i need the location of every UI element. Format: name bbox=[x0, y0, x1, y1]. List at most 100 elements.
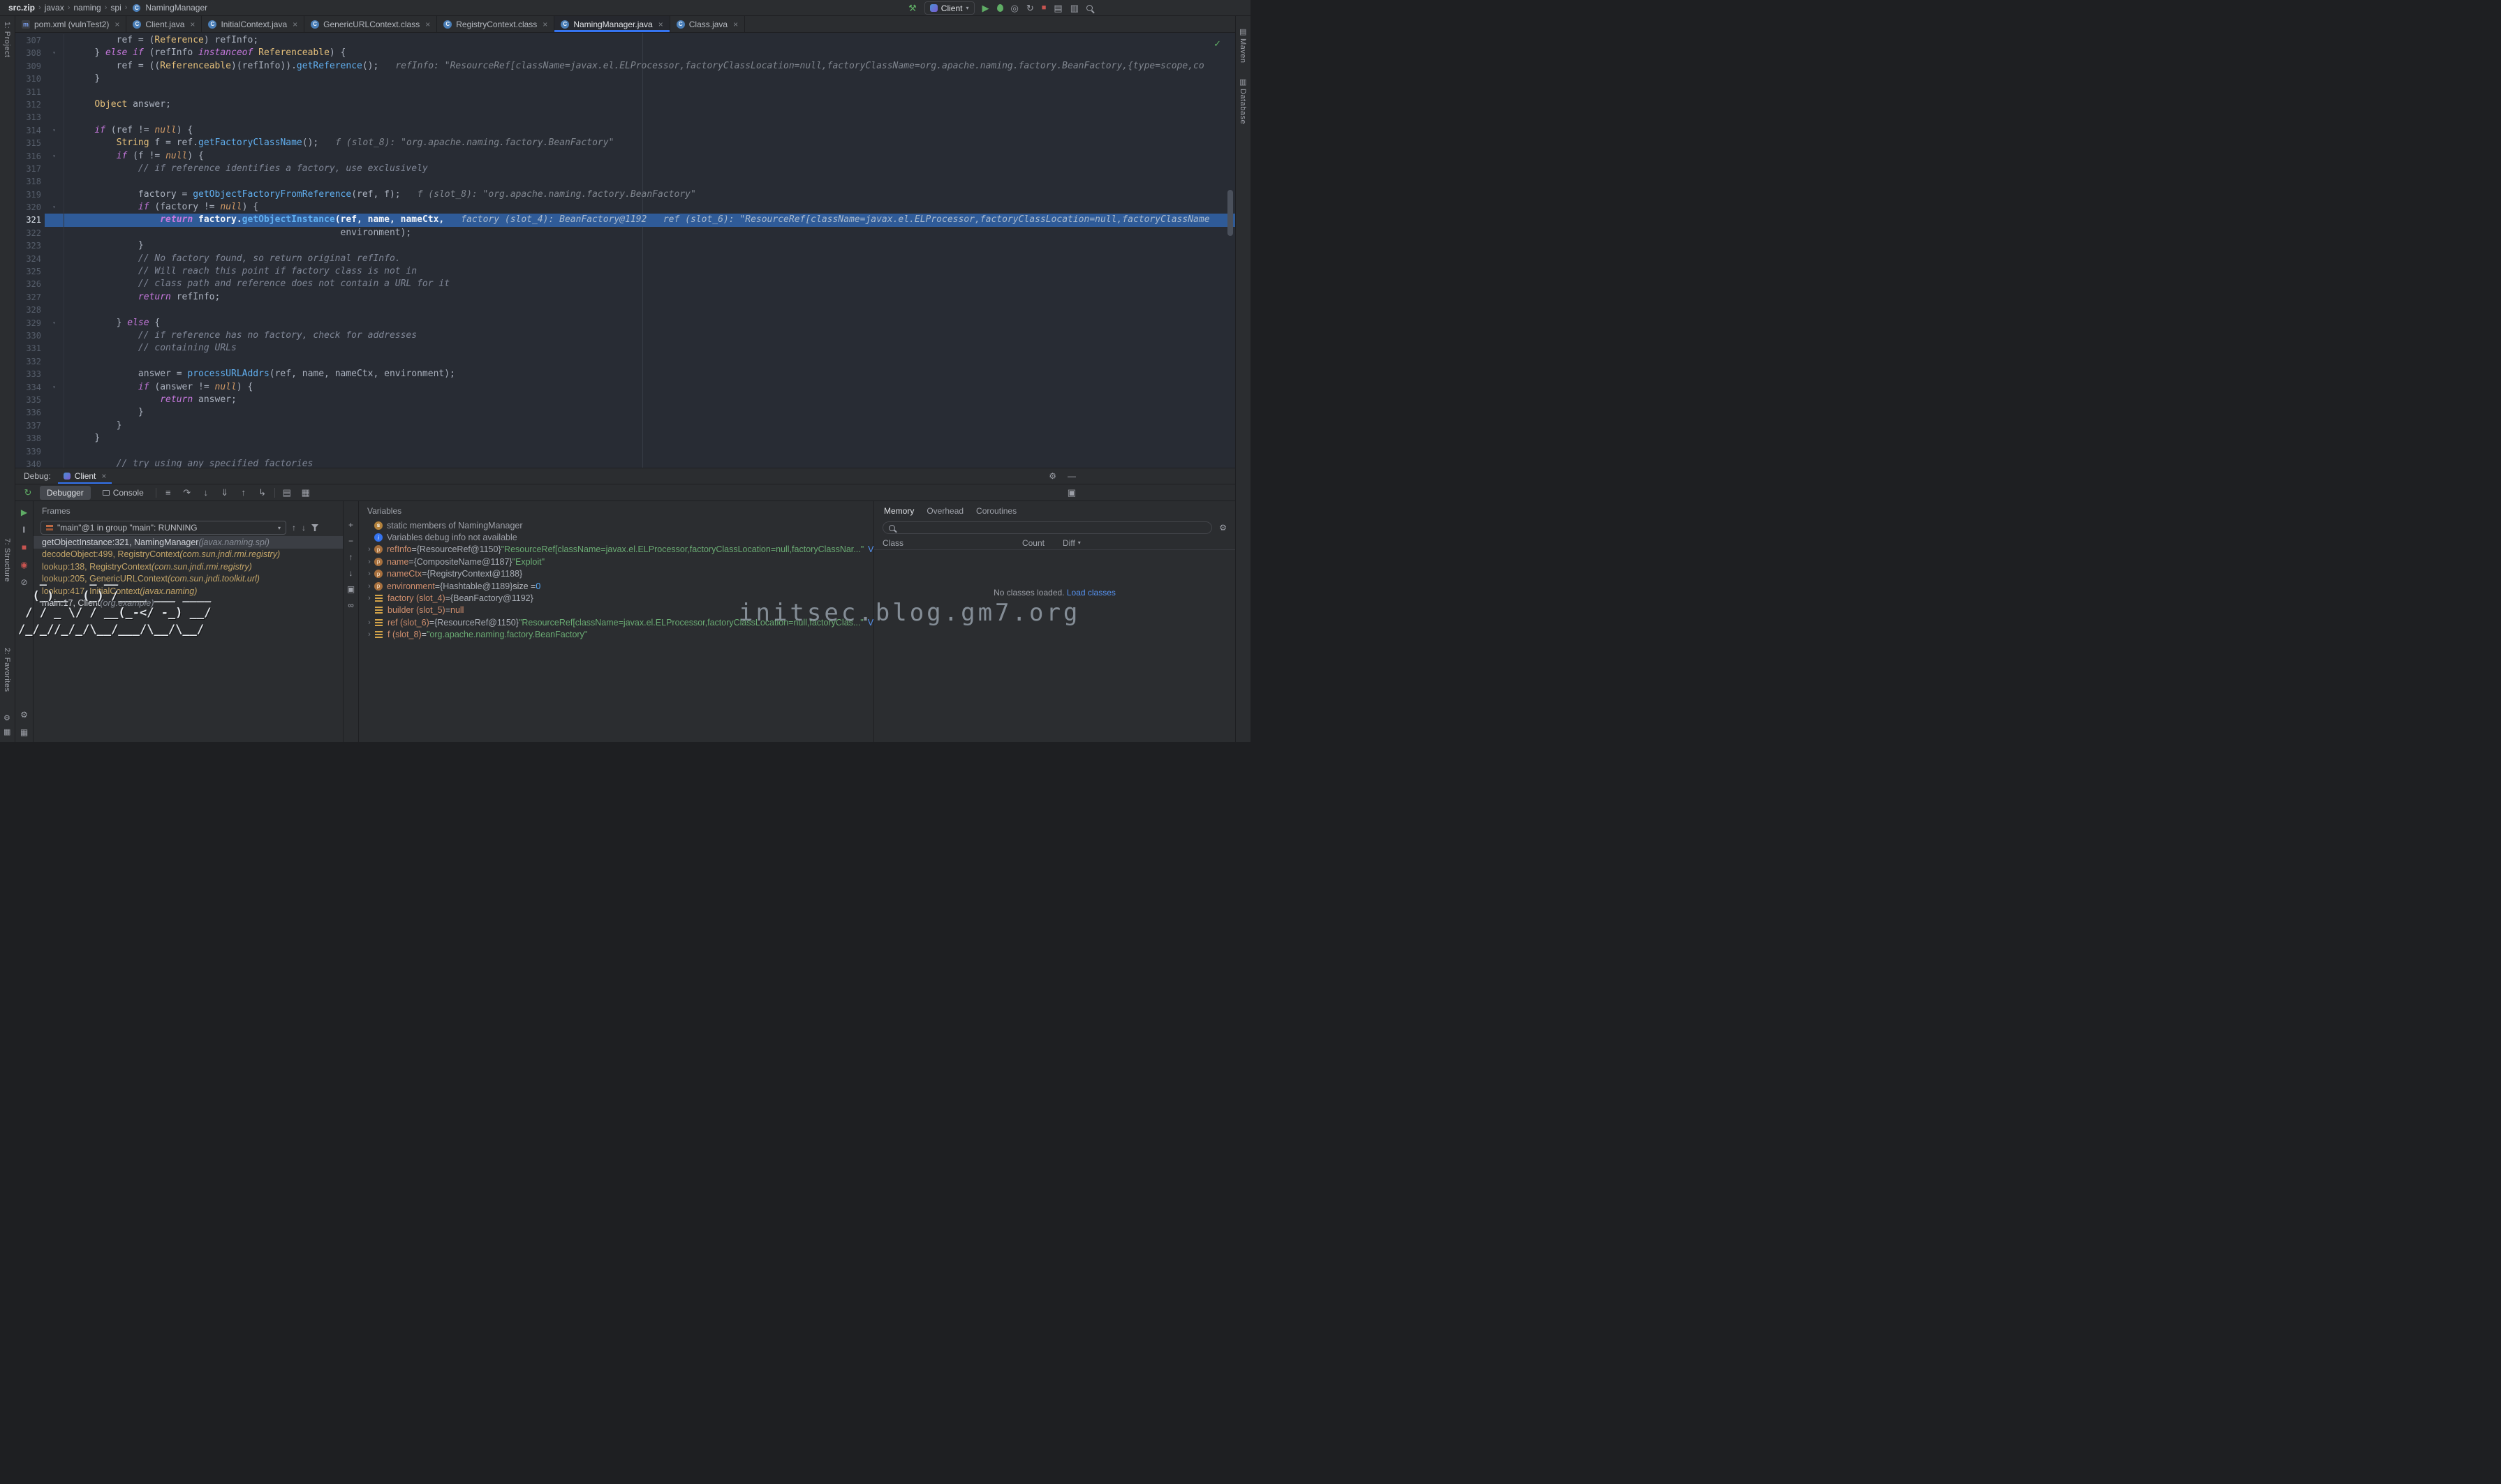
memory-search[interactable] bbox=[883, 521, 1212, 534]
step-into-button[interactable]: ↓ bbox=[199, 488, 213, 497]
code-line[interactable]: 314▾ if (ref != null) { bbox=[15, 124, 1235, 137]
code-line[interactable]: 310 } bbox=[15, 73, 1235, 85]
tree-chevron-icon[interactable]: › bbox=[364, 618, 374, 627]
line-number[interactable]: 332 bbox=[15, 355, 45, 368]
restore-layout-icon[interactable]: ▣ bbox=[1068, 487, 1076, 498]
code-line[interactable]: 339 bbox=[15, 445, 1235, 458]
fold-marker[interactable] bbox=[45, 355, 64, 368]
stack-frame[interactable]: lookup:138, RegistryContext (com.sun.jnd… bbox=[34, 561, 343, 573]
editor-tab[interactable]: CRegistryContext.class× bbox=[437, 16, 554, 32]
code-line[interactable]: 320▾ if (factory != null) { bbox=[15, 201, 1235, 214]
line-number[interactable]: 308 bbox=[15, 47, 45, 59]
breadcrumb-item[interactable]: javax bbox=[43, 3, 66, 13]
fold-marker[interactable] bbox=[45, 265, 64, 278]
move-down-icon[interactable]: ↓ bbox=[349, 569, 353, 577]
code-line[interactable]: 323 } bbox=[15, 239, 1235, 252]
line-number[interactable]: 311 bbox=[15, 86, 45, 98]
remove-watch-icon[interactable]: − bbox=[348, 537, 353, 545]
tab-close-icon[interactable]: × bbox=[543, 20, 547, 29]
code-line[interactable]: 334▾ if (answer != null) { bbox=[15, 381, 1235, 394]
variable-row[interactable]: builder (slot_5) = null bbox=[359, 604, 873, 616]
fold-marker[interactable]: ▾ bbox=[45, 201, 64, 214]
column-diff[interactable]: Diff▾ bbox=[1063, 538, 1081, 548]
variable-row[interactable]: ›prefInfo = {ResourceRef@1150} "Resource… bbox=[359, 544, 873, 556]
force-step-into-button[interactable]: ⇓ bbox=[218, 488, 232, 497]
variable-row[interactable]: ›pnameCtx = {RegistryContext@1188} bbox=[359, 568, 873, 580]
line-number[interactable]: 340 bbox=[15, 458, 45, 468]
sidebar-item-project[interactable]: 1: Project bbox=[3, 22, 11, 57]
fold-marker[interactable] bbox=[45, 432, 64, 445]
build-hammer-icon[interactable]: ⚒ bbox=[908, 3, 917, 13]
editor-tab[interactable]: CNamingManager.java× bbox=[554, 16, 670, 32]
run-configuration-selector[interactable]: Client ▾ bbox=[924, 1, 975, 15]
duplicate-icon[interactable]: ▣ bbox=[347, 585, 355, 593]
code-line[interactable]: 312 Object answer; bbox=[15, 98, 1235, 111]
editor-tab[interactable]: CGenericURLContext.class× bbox=[304, 16, 437, 32]
line-number[interactable]: 330 bbox=[15, 329, 45, 342]
tab-close-icon[interactable]: × bbox=[658, 20, 663, 29]
fold-marker[interactable] bbox=[45, 188, 64, 201]
tab-close-icon[interactable]: × bbox=[115, 20, 119, 29]
fold-marker[interactable] bbox=[45, 329, 64, 342]
code-line[interactable]: 340 // try using any specified factories bbox=[15, 458, 1235, 468]
fold-marker[interactable] bbox=[45, 406, 64, 419]
settings-gear-icon[interactable]: ⚙ bbox=[3, 713, 10, 722]
code-line[interactable]: 327 return refInfo; bbox=[15, 291, 1235, 304]
fold-marker[interactable] bbox=[45, 342, 64, 355]
tab-debugger[interactable]: Debugger bbox=[40, 486, 91, 500]
fold-marker[interactable] bbox=[45, 111, 64, 124]
fold-marker[interactable]: ▾ bbox=[45, 47, 64, 59]
fold-marker[interactable] bbox=[45, 253, 64, 265]
variable-row[interactable]: sstatic members of NamingManager bbox=[359, 519, 873, 531]
inspections-ok-icon[interactable]: ✓ bbox=[1213, 38, 1221, 50]
code-line[interactable]: 336 } bbox=[15, 406, 1235, 419]
editor-scrollbar[interactable] bbox=[1227, 190, 1233, 236]
line-number[interactable]: 333 bbox=[15, 368, 45, 380]
tree-chevron-icon[interactable]: › bbox=[364, 582, 374, 591]
search-everywhere-icon[interactable] bbox=[1086, 5, 1093, 11]
soft-wrap-icon[interactable]: ≡ bbox=[161, 488, 175, 497]
fold-marker[interactable] bbox=[45, 137, 64, 149]
sidebar-item-structure[interactable]: 7: Structure bbox=[3, 538, 11, 582]
tab-close-icon[interactable]: × bbox=[733, 20, 738, 29]
breadcrumb-item[interactable]: src.zip bbox=[7, 3, 36, 13]
memory-tab-coroutines[interactable]: Coroutines bbox=[976, 506, 1017, 519]
memory-tab-overhead[interactable]: Overhead bbox=[927, 506, 964, 519]
fold-marker[interactable] bbox=[45, 420, 64, 432]
line-number[interactable]: 319 bbox=[15, 188, 45, 201]
variable-row[interactable]: ›penvironment = {Hashtable@1189} size = … bbox=[359, 580, 873, 592]
thread-dump-icon[interactable]: ▦ bbox=[20, 728, 28, 736]
code-line[interactable]: 315 String f = ref.getFactoryClassName()… bbox=[15, 137, 1235, 149]
variable-row[interactable]: ›f (slot_8) = "org.apache.naming.factory… bbox=[359, 629, 873, 641]
debug-session-tab[interactable]: Client × bbox=[58, 468, 112, 484]
column-count[interactable]: Count bbox=[1003, 538, 1045, 548]
stop-process-button[interactable]: ■ bbox=[22, 543, 27, 551]
line-number[interactable]: 314 bbox=[15, 124, 45, 137]
hide-toolwindow-icon[interactable]: — bbox=[1068, 472, 1076, 480]
line-number[interactable]: 316 bbox=[15, 150, 45, 163]
line-number[interactable]: 324 bbox=[15, 253, 45, 265]
frame-up-icon[interactable]: ↑ bbox=[292, 524, 296, 532]
line-number[interactable]: 323 bbox=[15, 239, 45, 252]
frame-down-icon[interactable]: ↓ bbox=[302, 524, 306, 532]
filter-icon[interactable] bbox=[311, 524, 318, 531]
code-line[interactable]: 330 // if reference has no factory, chec… bbox=[15, 329, 1235, 342]
column-class[interactable]: Class bbox=[883, 538, 1003, 548]
fold-marker[interactable]: ▾ bbox=[45, 124, 64, 137]
add-watch-icon[interactable]: + bbox=[348, 521, 353, 529]
tree-chevron-icon[interactable]: › bbox=[364, 570, 374, 578]
code-line[interactable]: 317 // if reference identifies a factory… bbox=[15, 163, 1235, 175]
code-line[interactable]: 338 } bbox=[15, 432, 1235, 445]
fold-marker[interactable] bbox=[45, 239, 64, 252]
line-number[interactable]: 335 bbox=[15, 394, 45, 406]
line-number[interactable]: 322 bbox=[15, 227, 45, 239]
line-number[interactable]: 310 bbox=[15, 73, 45, 85]
fold-marker[interactable] bbox=[45, 278, 64, 290]
thread-selector[interactable]: "main"@1 in group "main": RUNNING ▾ bbox=[40, 521, 286, 535]
tree-chevron-icon[interactable]: › bbox=[364, 545, 374, 554]
fold-marker[interactable] bbox=[45, 73, 64, 85]
trace-button[interactable]: ▦ bbox=[299, 488, 313, 497]
editor-tab[interactable]: mpom.xml (vulnTest2)× bbox=[15, 16, 126, 32]
breadcrumb-item[interactable]: spi bbox=[109, 3, 122, 13]
code-line[interactable]: 318 bbox=[15, 175, 1235, 188]
